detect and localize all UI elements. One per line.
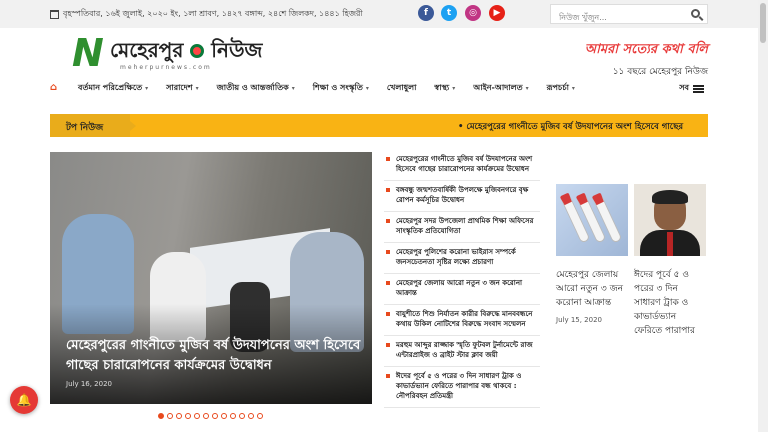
nav-item-national[interactable]: জাতীয় ও আন্তর্জাতিক ▾ — [217, 82, 295, 95]
scrollbar[interactable] — [758, 0, 768, 432]
scrollbar-thumb[interactable] — [760, 3, 766, 43]
instagram-icon[interactable]: ◎ — [465, 5, 481, 21]
nav-item-current[interactable]: বর্তমান পরিপ্রেক্ষিতে ▾ — [78, 82, 148, 95]
site-logo[interactable]: N মেহেরপুর নিউজ meherpurnews.com — [72, 34, 282, 74]
slider-dot[interactable] — [158, 413, 164, 419]
slider-dot[interactable] — [230, 413, 236, 419]
hero-caption[interactable]: মেহেরপুরের গাংনীতে মুজিব বর্ষ উদযাপনের অ… — [66, 336, 362, 376]
list-item[interactable]: মেহেরপুর সদর উপজেলা প্রাথমিক শিক্ষা অফিস… — [384, 212, 540, 243]
logo-subtitle: meherpurnews.com — [120, 64, 212, 71]
slider-dot[interactable] — [194, 413, 200, 419]
hamburger-icon — [693, 84, 704, 93]
news-ticker: টপ নিউজ • মেহেরপুরের গাংনীতে মুজিব বর্ষ … — [50, 114, 708, 137]
search-input[interactable] — [551, 8, 681, 27]
date-text: বৃহস্পতিবার, ১৬ই জুলাই, ২০২০ ইং, ১লা শ্র… — [63, 9, 363, 18]
slider-dot[interactable] — [203, 413, 209, 419]
nav-item-country[interactable]: সারাদেশ ▾ — [166, 82, 199, 95]
chevron-down-icon: ▾ — [365, 84, 369, 92]
list-item[interactable]: বঙ্গবন্ধু জন্মশতবার্ষিকী উপলক্ষে মুজিবনগ… — [384, 181, 540, 212]
slider-dot[interactable] — [221, 413, 227, 419]
youtube-icon[interactable]: ▶ — [489, 5, 505, 21]
top-bar: বৃহস্পতিবার, ১৬ই জুলাই, ২০২০ ইং, ১লা শ্র… — [0, 0, 768, 28]
slider-dot[interactable] — [248, 413, 254, 419]
slider-dot[interactable] — [239, 413, 245, 419]
list-item[interactable]: মেহেরপুর পুলিশের করোনা ভাইরাস সম্পর্কে জ… — [384, 243, 540, 274]
list-item[interactable]: মেহেরপুর জেলায় আরো নতুন ৩ জন করোনা আক্র… — [384, 274, 540, 305]
card-title[interactable]: ঈদের পূর্বে ৫ ও পরের ৩ দিন সাধারণ ট্রাক … — [634, 268, 706, 338]
nav-item-health[interactable]: স্বাস্থ্য ▾ — [434, 82, 455, 95]
hero-slide[interactable]: মেহেরপুরের গাংনীতে মুজিব বর্ষ উদযাপনের অ… — [50, 152, 372, 404]
home-icon[interactable]: ⌂ — [50, 83, 64, 93]
list-item[interactable]: মরহুম আব্দুর রাজ্জাক স্মৃতি ফুটবল টুর্না… — [384, 336, 540, 367]
hero-date: July 16, 2020 — [66, 380, 112, 388]
slider-dot[interactable] — [167, 413, 173, 419]
ticker-label: টপ নিউজ — [50, 114, 136, 137]
news-card[interactable]: ঈদের পূর্বে ৫ ও পরের ৩ দিন সাধারণ ট্রাক … — [634, 184, 706, 338]
list-item[interactable]: ঈদের পূর্বে ৫ ও পরের ৩ দিন সাধারণ ট্রাক … — [384, 367, 540, 408]
nav-item-law[interactable]: আইন-আদালত ▾ — [473, 82, 528, 95]
chevron-down-icon: ▾ — [525, 84, 529, 92]
card-date: July 15, 2020 — [556, 316, 602, 324]
slider-dot[interactable] — [257, 413, 263, 419]
nav-item-sports[interactable]: খেলাধুলা — [387, 82, 417, 95]
main-nav: ⌂ বর্তমান পরিপ্রেক্ষিতে ▾ সারাদেশ ▾ জাতীয়… — [50, 78, 708, 98]
ticker-text[interactable]: • মেহেরপুরের গাংনীতে মুজিব বর্ষ উদযাপনের… — [458, 120, 708, 134]
card-image[interactable] — [556, 184, 628, 256]
all-menu-button[interactable]: সব — [679, 82, 704, 95]
card-image[interactable] — [634, 184, 706, 256]
logo-mark: N — [72, 31, 104, 75]
nav-item-beauty[interactable]: রূপচর্চা ▾ — [547, 82, 575, 95]
card-title[interactable]: মেহেরপুর জেলায় আরো নতুন ৩ জন করোনা আক্র… — [556, 268, 628, 310]
tagline-years: ১১ বছরে মেহেরপুর নিউজ — [612, 67, 708, 77]
slider-dots — [158, 413, 263, 419]
search-box — [550, 4, 708, 27]
news-card[interactable]: মেহেরপুর জেলায় আরো নতুন ৩ জন করোনা আক্র… — [556, 184, 628, 324]
nav-item-education[interactable]: শিক্ষা ও সংস্কৃতি ▾ — [313, 82, 369, 95]
notification-bell-icon[interactable]: 🔔 — [10, 386, 38, 414]
headline-list: মেহেরপুরের গাংনীতে মুজিব বর্ষ উদযাপনের অ… — [384, 150, 540, 408]
tagline: আমরা সত্যের কথা বলি ১১ বছরে মেহেরপুর নিউ… — [585, 40, 708, 79]
chevron-down-icon: ▾ — [195, 84, 199, 92]
list-item[interactable]: মেহেরপুরের গাংনীতে মুজিব বর্ষ উদযাপনের অ… — [384, 150, 540, 181]
calendar-icon — [50, 10, 59, 19]
twitter-icon[interactable]: t — [441, 5, 457, 21]
chevron-down-icon: ▾ — [452, 84, 456, 92]
chevron-down-icon: ▾ — [145, 84, 149, 92]
facebook-icon[interactable]: f — [418, 5, 434, 21]
date-display: বৃহস্পতিবার, ১৬ই জুলাই, ২০২০ ইং, ১লা শ্র… — [50, 8, 363, 21]
tagline-slogan: আমরা সত্যের কথা বলি — [584, 42, 708, 57]
chevron-down-icon: ▾ — [291, 84, 295, 92]
chevron-down-icon: ▾ — [571, 84, 575, 92]
slider-dot[interactable] — [212, 413, 218, 419]
flag-icon — [190, 44, 205, 58]
slider-dot[interactable] — [185, 413, 191, 419]
list-item[interactable]: বাযুশীতে শিশু নির্যাতন কারীর বিরুদ্ধে মা… — [384, 305, 540, 336]
slider-dot[interactable] — [176, 413, 182, 419]
search-icon[interactable] — [691, 9, 700, 18]
